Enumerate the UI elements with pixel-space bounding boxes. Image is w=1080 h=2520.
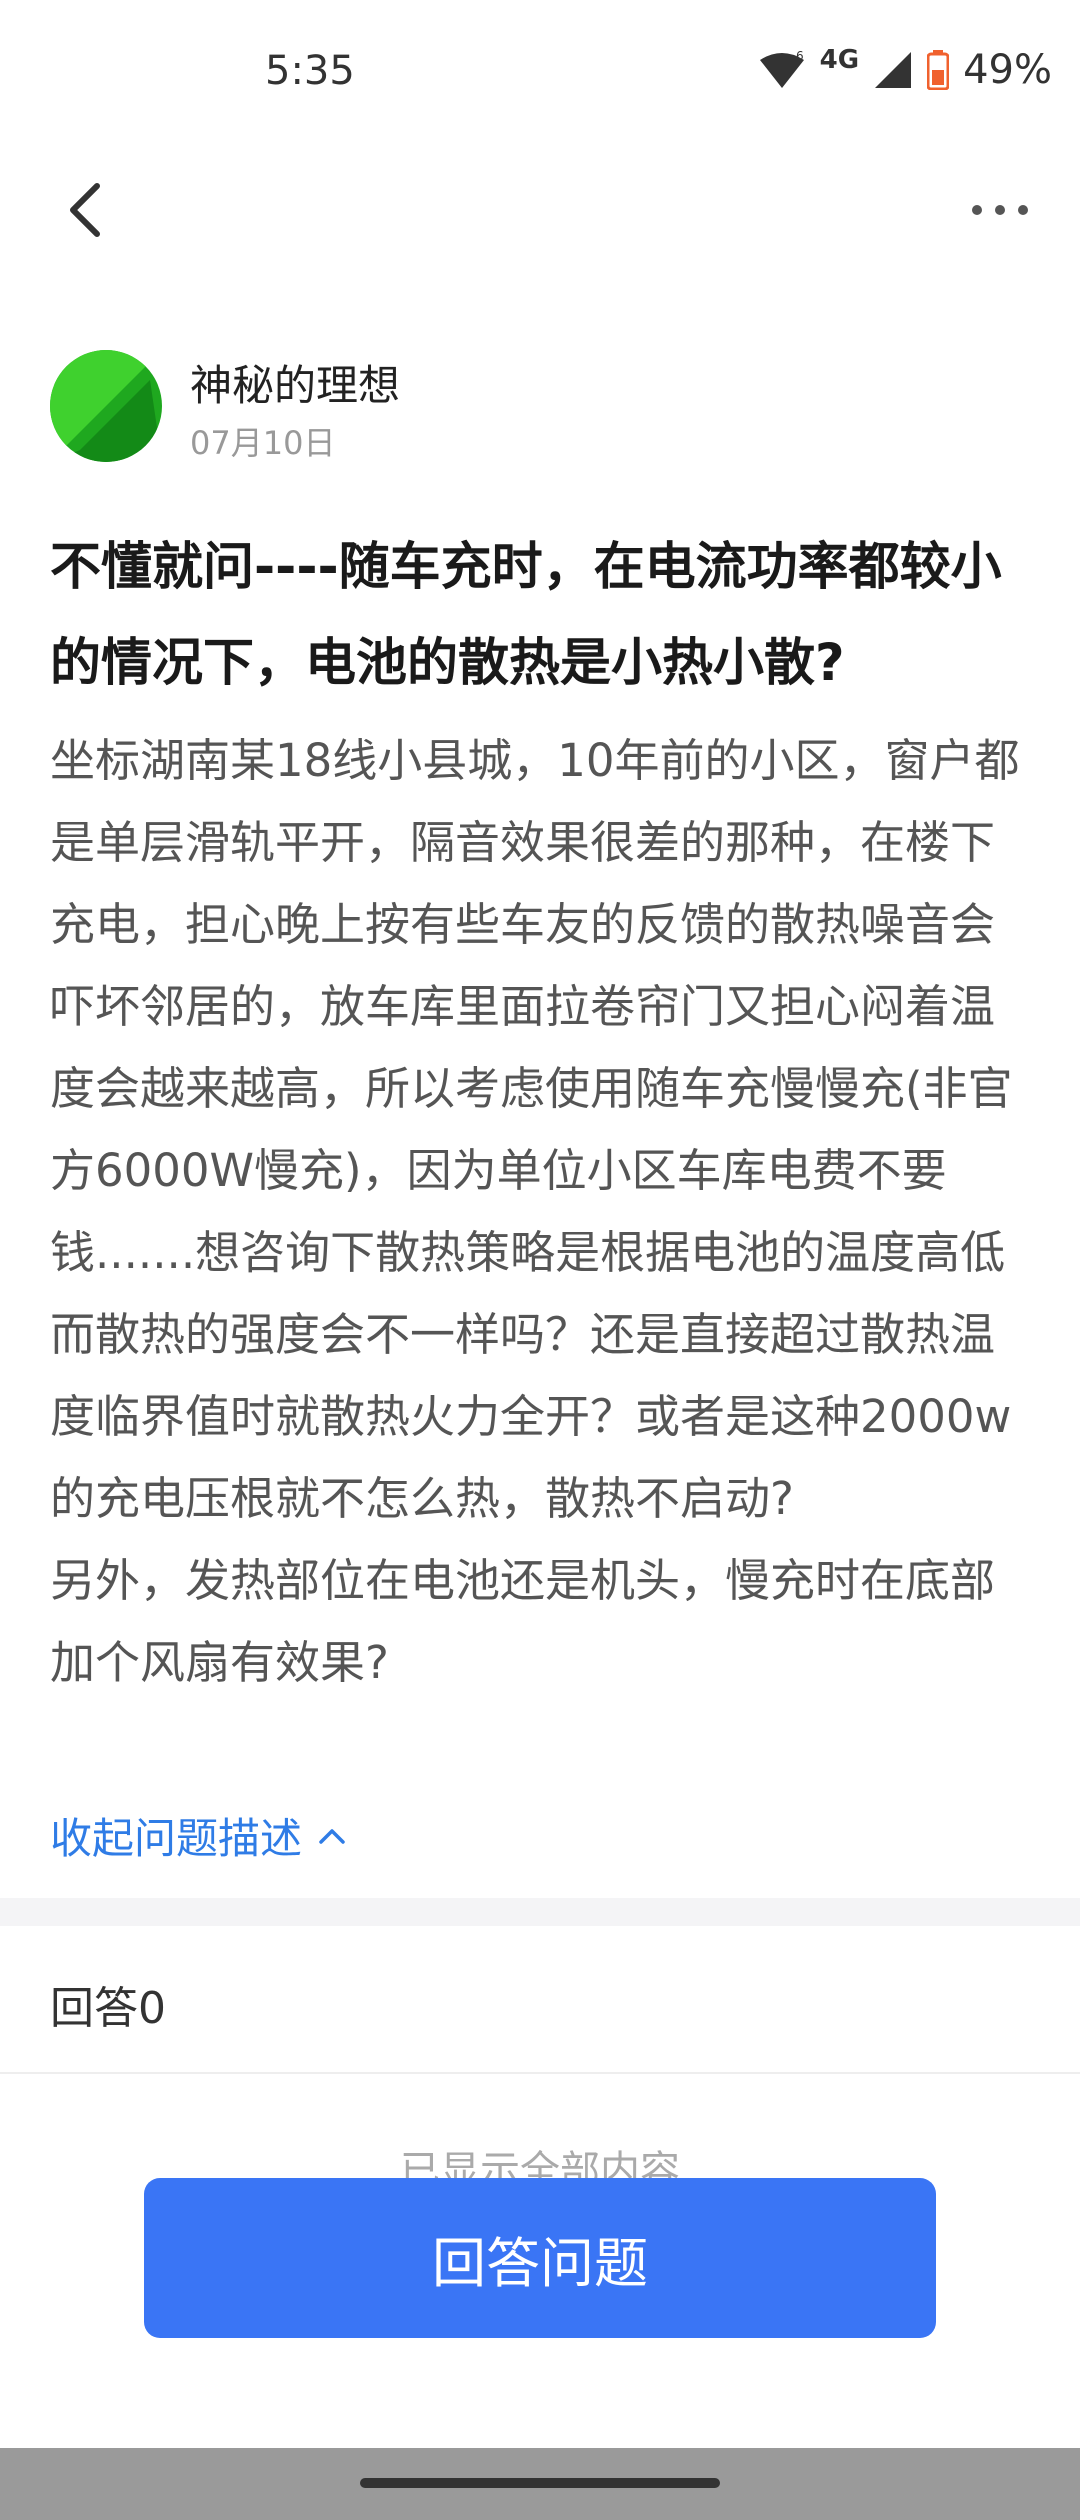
question-paragraph: 坐标湖南某18线小县城，10年前的小区，窗户都是单层滑轨平开，隔音效果很差的那种… <box>50 734 1020 1525</box>
more-options-button[interactable] <box>960 175 1040 245</box>
wifi-icon: 6 <box>759 50 804 88</box>
collapse-description-label: 收起问题描述 <box>50 1814 303 1863</box>
status-time: 5:35 <box>265 48 355 94</box>
status-icons: 6 4G 49% <box>758 44 1052 96</box>
chevron-up-icon <box>319 1828 345 1844</box>
chevron-left-icon <box>70 183 100 237</box>
battery-percentage: 49% <box>963 47 1052 93</box>
question-body: 坐标湖南某18线小县城，10年前的小区，窗户都是单层滑轨平开，隔音效果很差的那种… <box>50 720 1030 1704</box>
network-type-label: 4G <box>819 45 860 75</box>
home-indicator[interactable] <box>360 2478 720 2488</box>
more-dots-icon <box>972 205 1028 215</box>
answers-count-header: 回答0 <box>50 1983 166 2034</box>
answer-question-button[interactable]: 回答问题 <box>144 2178 936 2338</box>
avatar-image <box>50 350 162 462</box>
back-button[interactable] <box>50 170 120 250</box>
section-divider <box>0 1898 1080 1926</box>
signal-icon <box>875 52 912 88</box>
battery-icon <box>927 50 950 90</box>
status-bar: 5:35 6 4G 49% <box>0 0 1080 140</box>
divider-line <box>0 2072 1080 2074</box>
collapse-description-link[interactable]: 收起问题描述 <box>50 1805 346 1866</box>
avatar[interactable] <box>50 350 162 462</box>
svg-text:6: 6 <box>796 50 804 63</box>
question-paragraph: 另外，发热部位在电池还是机头，慢充时在底部加个风扇有效果? <box>50 1554 996 1689</box>
question-title: 不懂就问----随车充时，在电流功率都较小的情况下，电池的散热是小热小散? <box>50 538 1002 693</box>
author-name[interactable]: 神秘的理想 <box>190 352 400 413</box>
post-date: 07月10日 <box>190 424 336 462</box>
